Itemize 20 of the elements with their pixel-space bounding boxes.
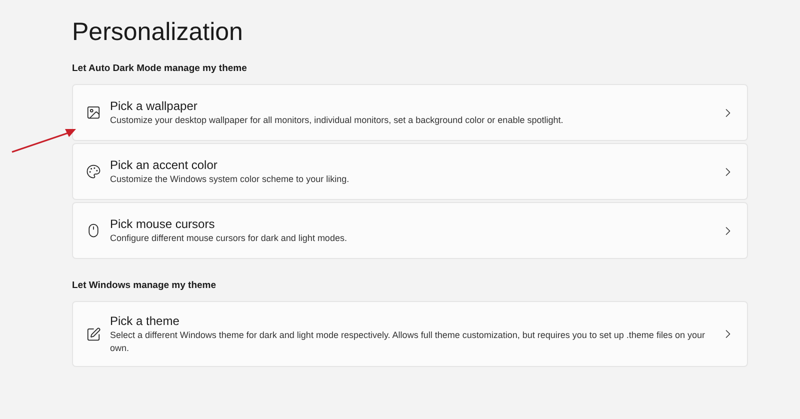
section-heading: Let Auto Dark Mode manage my theme	[72, 62, 247, 76]
arrow	[10, 126, 78, 154]
card-title: Pick an accent color	[110, 157, 218, 173]
card-title: Pick mouse cursors	[110, 216, 216, 232]
palette-icon	[86, 164, 101, 179]
card-title: Pick a wallpaper	[110, 98, 198, 114]
card-description: Configure different mouse cursors for dark and light modes.	[110, 232, 348, 245]
card-description: Customize your desktop wallpaper for all monitors, individual monitors, set a background color or enable spotlight.	[110, 114, 564, 127]
image-icon	[86, 105, 101, 120]
card-description: Customize the Windows system color scheme to your liking.	[110, 173, 350, 186]
mouse-icon	[86, 223, 101, 238]
setting-card[interactable]: Pick an accent color Customize the Windows system color scheme to your liking.	[72, 143, 748, 200]
page-title: Personalization	[72, 17, 243, 48]
card-description: Select a different Windows theme for dark and light mode respectively. Allows full theme customization, but requires you to set up .theme files on your own.	[110, 329, 706, 355]
setting-card[interactable]: Pick a theme Select a different Windows theme for dark and light mode respectively. Allows full theme customization, but requires you to set up .theme files on your own.	[72, 301, 748, 367]
setting-card[interactable]: Pick mouse cursors Configure different mouse cursors for dark and light modes.	[72, 202, 748, 259]
card-title: Pick a theme	[110, 313, 180, 329]
setting-card[interactable]: Pick a wallpaper Customize your desktop wallpaper for all monitors, individual monitors, set a background color or enable spotlight.	[72, 84, 748, 141]
pen-square-icon	[86, 326, 101, 342]
section-heading: Let Windows manage my theme	[72, 279, 216, 293]
